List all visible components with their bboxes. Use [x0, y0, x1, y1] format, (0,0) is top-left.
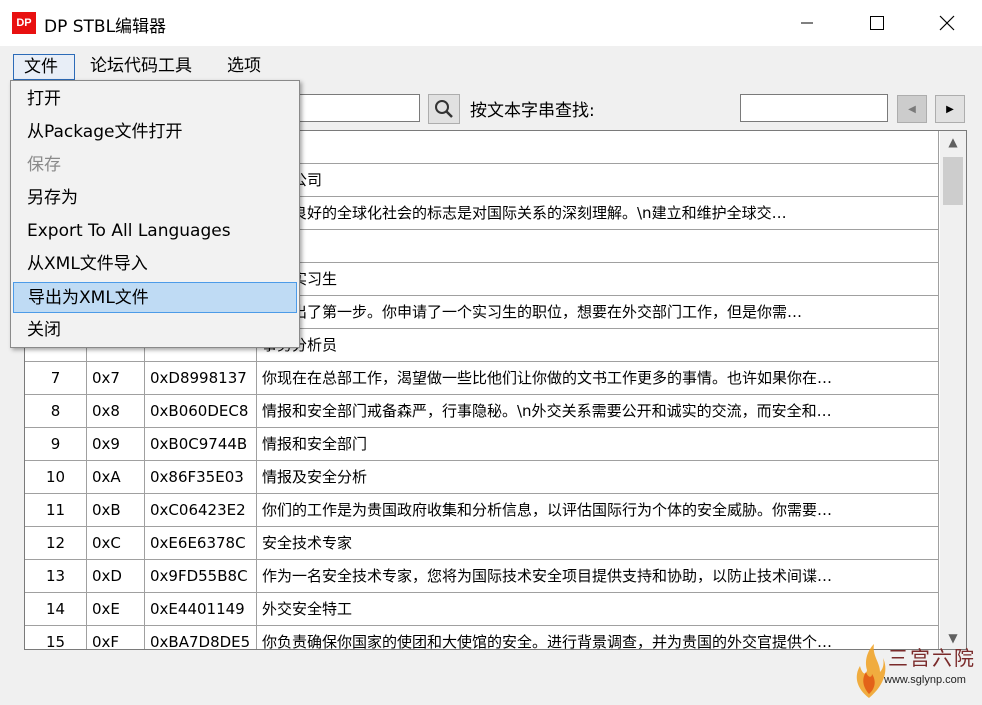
- table-row[interactable]: 12 0xC 0xE6E6378C 安全技术专家: [25, 527, 939, 560]
- row-hex-index: 0x9: [87, 428, 145, 460]
- string-cell[interactable]: 作为一名安全技术专家，您将为国际技术安全项目提供支持和协助，以防止技术间谍…: [257, 560, 939, 592]
- row-hex-index: 0xD: [87, 560, 145, 592]
- watermark-url: www.sglynp.com: [884, 674, 966, 686]
- row-number: 13: [25, 560, 87, 592]
- row-key[interactable]: 0xC06423E2: [145, 494, 257, 526]
- row-key[interactable]: 0xE4401149: [145, 593, 257, 625]
- watermark-text: 三宫六院: [888, 646, 976, 670]
- string-cell[interactable]: 经迈出了第一步。你申请了一个实习生的职位，想要在外交部门工作，但是你需…: [257, 296, 939, 328]
- string-cell[interactable]: 关系: [257, 230, 939, 262]
- table-row[interactable]: 8 0x8 0xB060DEC8 情报和安全部门戒备森严，行事隐秘。\n外交关系…: [25, 395, 939, 428]
- text-search-input[interactable]: [740, 94, 888, 122]
- row-hex-index: 0xF: [87, 626, 145, 649]
- row-key[interactable]: 0xD8998137: [145, 362, 257, 394]
- header-string: 字串: [257, 131, 939, 163]
- title-bar: DP DP STBL编辑器: [0, 0, 982, 46]
- row-key[interactable]: 0x9FD55B8C: [145, 560, 257, 592]
- vertical-scrollbar[interactable]: ▲ ▼: [940, 131, 966, 649]
- row-hex-index: 0xC: [87, 527, 145, 559]
- table-row[interactable]: 13 0xD 0x9FD55B8C 作为一名安全技术专家，您将为国际技术安全项目…: [25, 560, 939, 593]
- row-key[interactable]: 0xBA7D8DE5: [145, 626, 257, 649]
- menu-forum-code-tools[interactable]: 论坛代码工具: [80, 54, 202, 80]
- text-search-label: 按文本字串查找:: [470, 101, 595, 121]
- window-title: DP STBL编辑器: [44, 17, 167, 37]
- string-cell[interactable]: 情报和安全部门: [257, 428, 939, 460]
- maximize-icon: [870, 16, 884, 30]
- maximize-button[interactable]: [842, 0, 912, 46]
- menu-item-export-xml[interactable]: 导出为XML文件: [13, 282, 297, 313]
- row-number: 9: [25, 428, 87, 460]
- row-number: 11: [25, 494, 87, 526]
- menu-bar: 文件 论坛代码工具 选项: [0, 46, 982, 82]
- string-cell[interactable]: 安全技术专家: [257, 527, 939, 559]
- scroll-up-icon[interactable]: ▲: [940, 135, 966, 149]
- minimize-icon: [801, 22, 813, 24]
- minimize-button[interactable]: [772, 0, 842, 46]
- table-row[interactable]: 11 0xB 0xC06423E2 你们的工作是为贵国政府收集和分析信息，以评估…: [25, 494, 939, 527]
- close-icon: [939, 15, 955, 31]
- previous-result-button[interactable]: ◀: [897, 95, 927, 123]
- menu-item-export-all-languages[interactable]: Export To All Languages: [13, 216, 297, 247]
- table-row[interactable]: 7 0x7 0xD8998137 你现在在总部工作，渴望做一些比他们让你做的文书…: [25, 362, 939, 395]
- file-menu-dropdown: 打开 从Package文件打开 保存 另存为 Export To All Lan…: [10, 80, 300, 348]
- string-cell[interactable]: 你们的工作是为贵国政府收集和分析信息，以评估国际行为个体的安全威胁。你需要…: [257, 494, 939, 526]
- row-number: 14: [25, 593, 87, 625]
- close-button[interactable]: [912, 0, 982, 46]
- next-result-button[interactable]: ▶: [935, 95, 965, 123]
- row-hex-index: 0x7: [87, 362, 145, 394]
- app-icon: DP: [12, 12, 36, 34]
- row-key[interactable]: 0xB0C9744B: [145, 428, 257, 460]
- search-button[interactable]: [428, 94, 460, 124]
- table-row[interactable]: 15 0xF 0xBA7D8DE5 你负责确保你国家的使团和大使馆的安全。进行背…: [25, 626, 939, 649]
- string-cell[interactable]: 你现在在总部工作，渴望做一些比他们让你做的文书工作更多的事情。也许如果你在…: [257, 362, 939, 394]
- search-icon: [435, 100, 453, 118]
- table-row[interactable]: 14 0xE 0xE4401149 外交安全特工: [25, 593, 939, 626]
- row-number: 7: [25, 362, 87, 394]
- row-number: 8: [25, 395, 87, 427]
- row-key[interactable]: 0x86F35E03: [145, 461, 257, 493]
- phoenix-logo-icon: [856, 644, 886, 698]
- row-key[interactable]: 0xE6E6378C: [145, 527, 257, 559]
- string-cell[interactable]: 事务分析员: [257, 329, 939, 361]
- string-cell[interactable]: 外交公司: [257, 164, 939, 196]
- menu-item-close[interactable]: 关闭: [13, 315, 297, 346]
- row-number: 12: [25, 527, 87, 559]
- row-hex-index: 0xE: [87, 593, 145, 625]
- string-cell[interactable]: 外交安全特工: [257, 593, 939, 625]
- key-search-input[interactable]: [290, 94, 420, 122]
- menu-options[interactable]: 选项: [217, 54, 271, 80]
- menu-file[interactable]: 文件: [13, 54, 75, 80]
- menu-item-import-xml[interactable]: 从XML文件导入: [13, 249, 297, 280]
- string-cell[interactable]: 事务实习生: [257, 263, 939, 295]
- table-row[interactable]: 10 0xA 0x86F35E03 情报及安全分析: [25, 461, 939, 494]
- row-number: 15: [25, 626, 87, 649]
- row-hex-index: 0x8: [87, 395, 145, 427]
- watermark: 三宫六院 www.sglynp.com: [850, 640, 980, 702]
- string-cell[interactable]: 情报及安全分析: [257, 461, 939, 493]
- menu-item-open[interactable]: 打开: [13, 84, 297, 115]
- menu-item-save: 保存: [27, 155, 61, 175]
- menu-item-save-as[interactable]: 另存为: [13, 183, 297, 214]
- scroll-thumb[interactable]: [943, 157, 963, 205]
- string-cell[interactable]: 你负责确保你国家的使团和大使馆的安全。进行背景调查，并为贵国的外交官提供个…: [257, 626, 939, 649]
- string-cell[interactable]: 运转良好的全球化社会的标志是对国际关系的深刻理解。\n建立和维护全球交…: [257, 197, 939, 229]
- row-key[interactable]: 0xB060DEC8: [145, 395, 257, 427]
- row-hex-index: 0xB: [87, 494, 145, 526]
- table-row[interactable]: 9 0x9 0xB0C9744B 情报和安全部门: [25, 428, 939, 461]
- menu-item-open-from-package[interactable]: 从Package文件打开: [13, 117, 297, 148]
- row-hex-index: 0xA: [87, 461, 145, 493]
- string-cell[interactable]: 情报和安全部门戒备森严，行事隐秘。\n外交关系需要公开和诚实的交流，而安全和…: [257, 395, 939, 427]
- row-number: 10: [25, 461, 87, 493]
